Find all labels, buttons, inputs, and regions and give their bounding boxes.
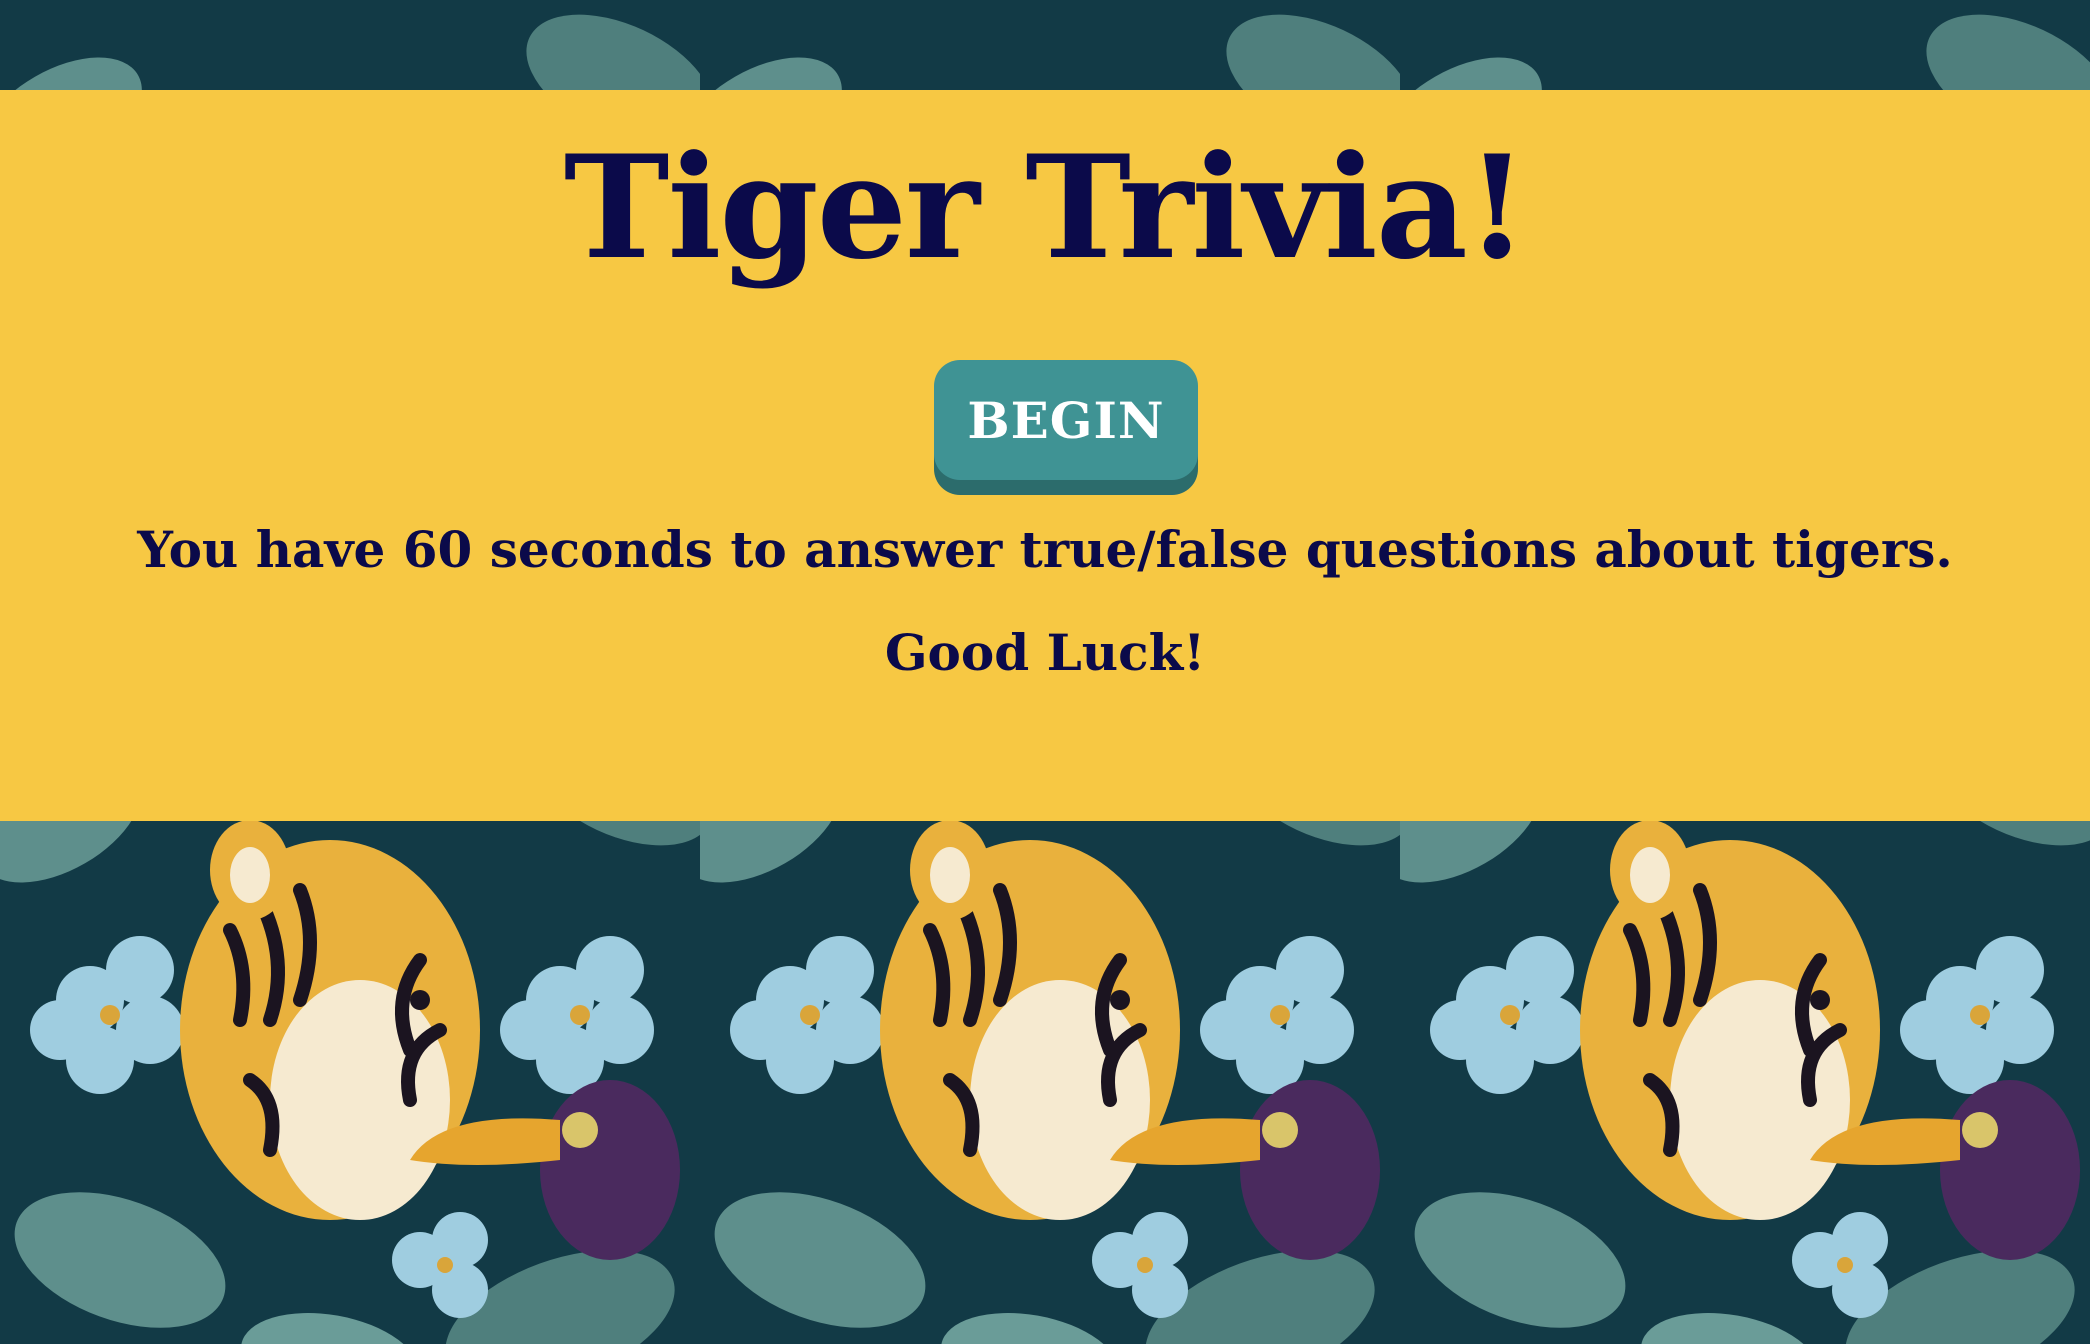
begin-button[interactable]: BEGIN	[934, 360, 1198, 480]
instructions-text: You have 60 seconds to answer true/false…	[137, 520, 1953, 579]
good-luck-text: Good Luck!	[884, 623, 1206, 682]
page-title: Tiger Trivia!	[563, 125, 1528, 291]
